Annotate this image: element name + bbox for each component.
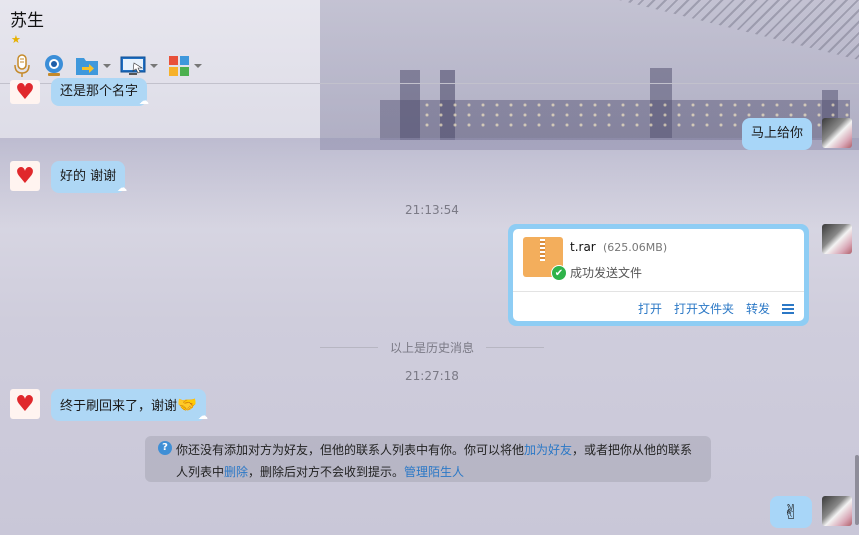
send-file-button[interactable]: [72, 52, 114, 80]
my-avatar[interactable]: [822, 224, 852, 254]
chat-header: 苏生 ★: [0, 0, 859, 84]
question-icon: ?: [158, 441, 172, 455]
contact-avatar[interactable]: ♥: [10, 161, 40, 191]
message-bubble[interactable]: ✌: [770, 496, 812, 528]
chevron-down-icon: [150, 64, 158, 68]
chevron-down-icon: [103, 64, 111, 68]
message-bubble[interactable]: 终于刷回来了，谢谢🤝 ☁: [51, 389, 208, 422]
open-folder-link[interactable]: 打开文件夹: [674, 300, 734, 317]
message-bubble[interactable]: 马上给你: [742, 118, 813, 150]
file-size: (625.06MB): [603, 241, 668, 254]
message-text: 还是那个名字: [60, 84, 139, 99]
message-timestamp: 21:27:18: [405, 369, 459, 383]
microphone-icon: [14, 54, 30, 77]
contact-avatar[interactable]: ♥: [10, 389, 40, 419]
heart-icon: ♥: [15, 164, 35, 189]
folder-arrow-icon: [76, 58, 98, 75]
forward-link[interactable]: 转发: [746, 300, 770, 317]
my-avatar[interactable]: [822, 118, 852, 148]
video-call-button[interactable]: [40, 52, 68, 80]
manage-strangers-link[interactable]: 管理陌生人: [404, 465, 464, 479]
voice-call-button[interactable]: [8, 52, 36, 80]
archive-file-icon: ✔: [523, 237, 567, 281]
chevron-down-icon: [194, 64, 202, 68]
screen-share-icon: [120, 56, 146, 75]
app-grid-icon: [169, 56, 189, 76]
add-friend-link[interactable]: 加为好友: [524, 443, 572, 457]
chat-toolbar: [8, 52, 206, 80]
open-file-link[interactable]: 打开: [638, 300, 662, 317]
message-text: 终于刷回来了，谢谢: [60, 399, 178, 414]
message-timestamp: 21:13:54: [405, 203, 459, 217]
message-text: 好的 谢谢: [60, 169, 117, 184]
history-divider: 以上是历史消息: [320, 340, 545, 355]
victory-hand-emoji: ✌: [782, 500, 800, 524]
heart-icon: ♥: [15, 392, 35, 417]
star-icon: ★: [11, 33, 21, 46]
menu-icon[interactable]: [782, 303, 794, 314]
heart-icon: ♥: [15, 80, 35, 104]
handshake-emoji: 🤝: [177, 395, 197, 414]
delete-link[interactable]: 删除: [224, 465, 248, 479]
file-name[interactable]: t.rar: [570, 240, 596, 254]
history-divider-label: 以上是历史消息: [390, 340, 475, 355]
file-actions: 打开 打开文件夹 转发: [638, 300, 794, 317]
remote-desktop-button[interactable]: [118, 52, 160, 80]
file-message-card[interactable]: ✔ t.rar (625.06MB) 成功发送文件 打开 打开文件夹 转发: [508, 224, 809, 326]
contact-name[interactable]: 苏生: [10, 6, 44, 31]
message-bubble[interactable]: 还是那个名字 ☁: [51, 78, 149, 107]
check-icon: ✔: [551, 265, 567, 281]
webcam-icon: [45, 55, 63, 76]
apps-button[interactable]: [164, 52, 206, 80]
stranger-notice: ? 你还没有添加对方为好友，但他的联系人列表中有你。你可以将他加为好友，或者把你…: [145, 436, 711, 482]
file-status: 成功发送文件: [570, 266, 643, 280]
message-text: 马上给你: [751, 126, 804, 141]
message-bubble[interactable]: 好的 谢谢 ☁: [51, 161, 127, 194]
contact-avatar[interactable]: ♥: [10, 80, 40, 104]
my-avatar[interactable]: [822, 496, 852, 526]
scrollbar[interactable]: [855, 455, 859, 525]
